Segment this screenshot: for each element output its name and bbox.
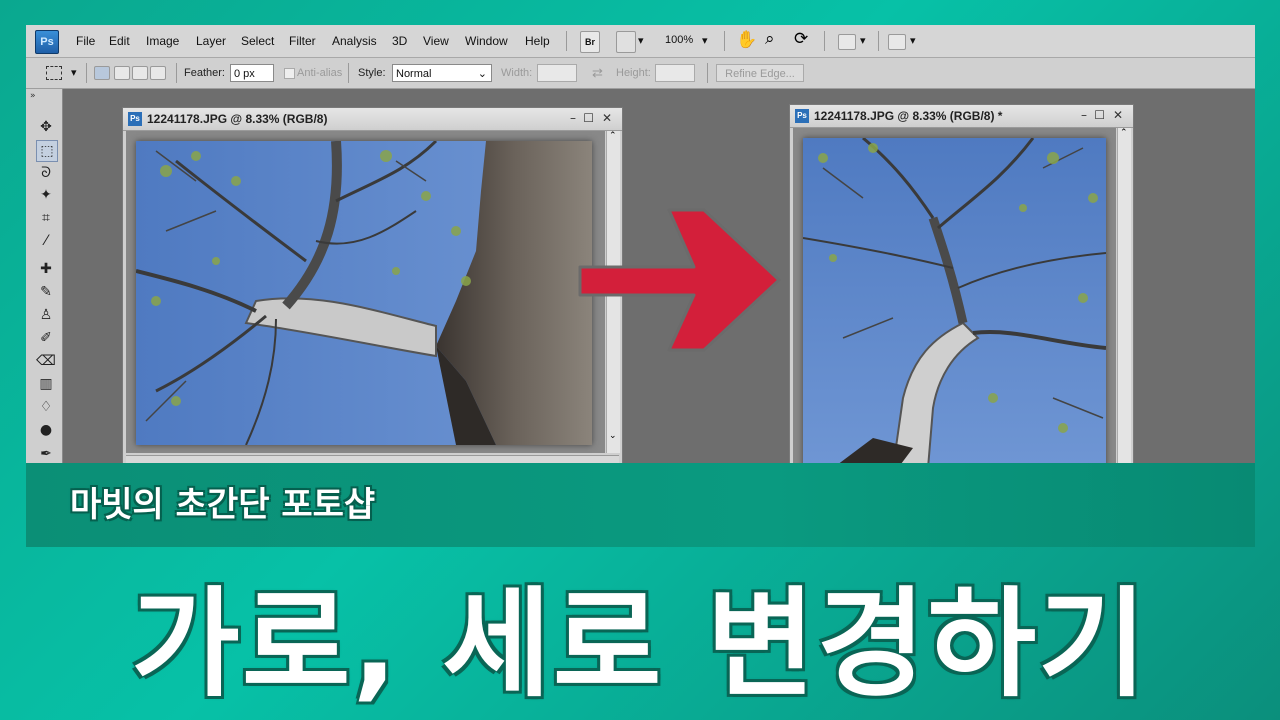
close-icon[interactable]: ✕ [602, 111, 612, 125]
tree-photo-landscape [136, 141, 592, 445]
new-selection-icon[interactable] [94, 66, 110, 80]
eraser-tool-icon[interactable]: ⌫ [34, 351, 58, 371]
scroll-up-icon[interactable]: ⌃ [1120, 128, 1128, 138]
swap-icon[interactable]: ⇄ [592, 65, 603, 81]
minimize-icon[interactable]: – [1081, 108, 1087, 122]
magic-wand-icon[interactable]: ✦ [34, 185, 58, 205]
options-bar: ▾ Feather: 0 px Anti-alias Style: Normal… [26, 58, 1255, 89]
separator [824, 31, 825, 51]
crop-tool-icon[interactable]: ⌗ [34, 208, 58, 228]
menu-filter[interactable]: Filter [289, 34, 316, 48]
document-title-bar[interactable]: Ps 12241178.JPG @ 8.33% (RGB/8) – ☐ ✕ [123, 108, 622, 131]
add-to-selection-icon[interactable] [114, 66, 130, 80]
separator [707, 63, 708, 83]
collapse-icon[interactable]: » [30, 91, 36, 101]
blur-tool-icon[interactable]: ♢ [34, 397, 58, 417]
menu-3d[interactable]: 3D [392, 34, 407, 48]
anti-alias-label: Anti-alias [297, 67, 343, 79]
feather-input[interactable]: 0 px [230, 64, 274, 82]
chevron-down-icon: ⌄ [477, 68, 487, 80]
screen-mode-icon[interactable] [888, 34, 906, 50]
anti-alias-checkbox[interactable] [284, 68, 295, 79]
style-value: Normal [396, 68, 432, 80]
menu-view[interactable]: View [423, 34, 449, 48]
healing-brush-icon[interactable]: ✚ [34, 259, 58, 279]
separator [724, 31, 725, 51]
menu-file[interactable]: File [76, 34, 95, 48]
brush-tool-icon[interactable]: ✎ [34, 282, 58, 302]
dropdown-arrow-icon[interactable]: ▾ [910, 34, 916, 47]
menu-select[interactable]: Select [241, 34, 274, 48]
tree-photo-portrait [803, 138, 1106, 463]
clone-stamp-icon[interactable]: ♙ [34, 305, 58, 325]
style-select[interactable]: Normal ⌄ [392, 64, 492, 82]
height-input[interactable] [655, 64, 695, 82]
history-brush-icon[interactable]: ✐ [34, 328, 58, 348]
separator [566, 31, 567, 51]
canvas-area[interactable] [793, 128, 1116, 463]
menu-edit[interactable]: Edit [109, 34, 130, 48]
document-title: 12241178.JPG @ 8.33% (RGB/8) * [814, 109, 1003, 123]
document-title-bar[interactable]: Ps 12241178.JPG @ 8.33% (RGB/8) * – ☐ ✕ [790, 105, 1133, 128]
scroll-down-icon[interactable]: ⌄ [609, 431, 617, 441]
separator [878, 31, 879, 51]
vertical-scrollbar[interactable]: ⌃ [1117, 128, 1131, 463]
lasso-tool-icon[interactable]: ᘐ [34, 163, 58, 183]
minimize-icon[interactable]: – [570, 111, 576, 125]
canvas-area[interactable] [126, 131, 605, 453]
dropdown-arrow-icon[interactable]: ▾ [638, 34, 644, 47]
arrange-documents-icon[interactable] [838, 34, 856, 50]
dodge-tool-icon[interactable]: ● [34, 420, 58, 440]
bridge-button[interactable]: Br [580, 31, 600, 53]
tools-panel: » ✥ ⬚ ᘐ ✦ ⌗ ⁄ ✚ ✎ ♙ ✐ ⌫ ▥ ♢ ● ✒ [26, 89, 63, 463]
zoom-dropdown-icon[interactable]: ▾ [702, 34, 708, 47]
menu-help[interactable]: Help [525, 34, 550, 48]
close-icon[interactable]: ✕ [1113, 108, 1123, 122]
marquee-tool-icon[interactable]: ⬚ [36, 140, 58, 162]
scroll-up-icon[interactable]: ⌃ [609, 131, 617, 141]
refine-edge-button[interactable]: Refine Edge... [716, 64, 804, 82]
separator [348, 63, 349, 83]
intersect-selection-icon[interactable] [150, 66, 166, 80]
style-label: Style: [358, 67, 386, 79]
pen-tool-icon[interactable]: ✒ [34, 444, 58, 463]
menu-bar: Ps File Edit Image Layer Select Filter A… [26, 25, 1255, 58]
document-title: 12241178.JPG @ 8.33% (RGB/8) [147, 112, 328, 126]
rotate-view-icon[interactable]: ⟳ [794, 29, 808, 49]
ps-document-icon: Ps [795, 109, 809, 123]
document-status-bar [126, 455, 619, 463]
document-window-original[interactable]: Ps 12241178.JPG @ 8.33% (RGB/8) – ☐ ✕ ⌃ … [122, 107, 623, 463]
photoshop-logo: Ps [35, 30, 59, 54]
red-arrow-graphic [578, 208, 781, 352]
mini-bridge-icon[interactable] [616, 31, 636, 53]
maximize-icon[interactable]: ☐ [1094, 108, 1105, 122]
gradient-tool-icon[interactable]: ▥ [34, 374, 58, 394]
marquee-preset-icon[interactable] [46, 66, 62, 80]
height-label: Height: [616, 67, 651, 79]
dropdown-arrow-icon[interactable]: ▾ [71, 66, 77, 79]
move-tool-icon[interactable]: ✥ [34, 117, 58, 137]
hand-tool-icon[interactable]: ✋ [736, 30, 757, 50]
separator [176, 63, 177, 83]
menu-analysis[interactable]: Analysis [332, 34, 377, 48]
menu-window[interactable]: Window [465, 34, 508, 48]
main-title: 가로, 세로 변경하기 [131, 575, 1149, 713]
maximize-icon[interactable]: ☐ [583, 111, 594, 125]
width-label: Width: [501, 67, 533, 79]
menu-layer[interactable]: Layer [196, 34, 226, 48]
zoom-level[interactable]: 100% [665, 34, 693, 46]
subtract-selection-icon[interactable] [132, 66, 148, 80]
separator [86, 63, 87, 83]
dropdown-arrow-icon[interactable]: ▾ [860, 34, 866, 47]
ps-document-icon: Ps [128, 112, 142, 126]
feather-label: Feather: [184, 67, 225, 79]
document-window-rotated[interactable]: Ps 12241178.JPG @ 8.33% (RGB/8) * – ☐ ✕ [789, 104, 1134, 463]
zoom-tool-icon[interactable]: ⌕ [765, 29, 775, 49]
eyedropper-tool-icon[interactable]: ⁄ [34, 231, 58, 251]
photoshop-window: Ps File Edit Image Layer Select Filter A… [26, 25, 1255, 463]
menu-image[interactable]: Image [146, 34, 179, 48]
subtitle-text: 마빗의 초간단 포토샵 [70, 485, 376, 525]
width-input[interactable] [537, 64, 577, 82]
